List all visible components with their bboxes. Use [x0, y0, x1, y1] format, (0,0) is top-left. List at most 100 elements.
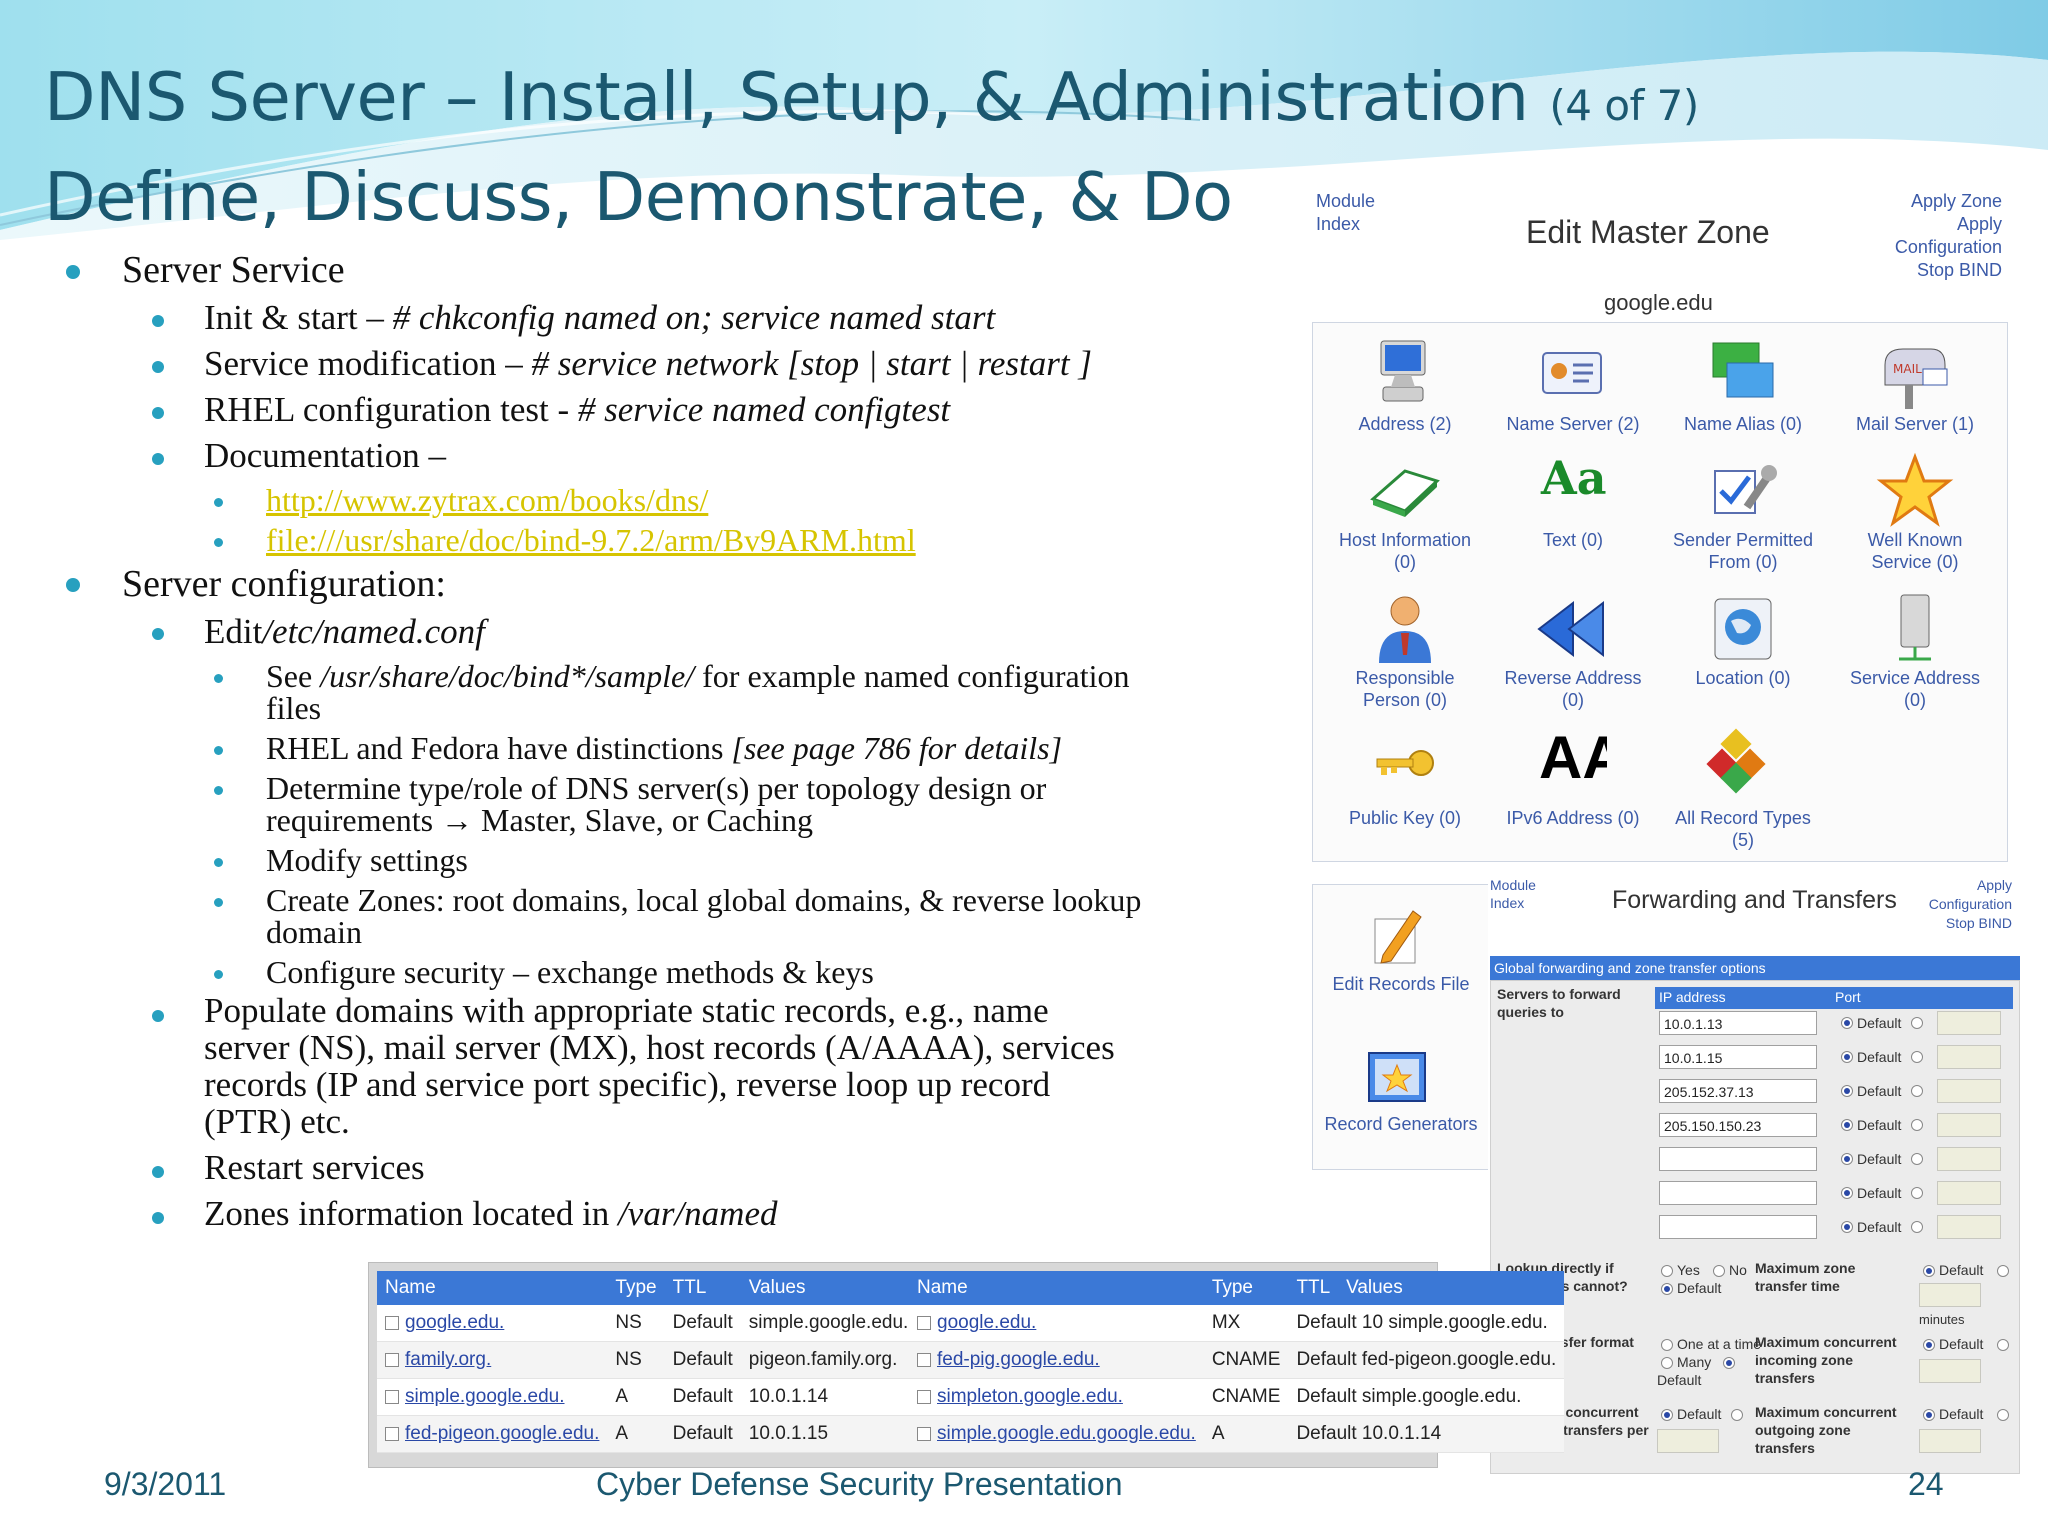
row-checkbox[interactable]: [385, 1389, 399, 1404]
row-checkbox[interactable]: [917, 1389, 931, 1404]
lookup-yes-radio[interactable]: [1661, 1265, 1673, 1277]
edit-records-file-label[interactable]: Edit Records File: [1321, 973, 1481, 995]
name-card-icon[interactable]: [1533, 335, 1613, 415]
record-name-link[interactable]: google.edu.: [937, 1312, 1036, 1333]
max-conc-in-custom-radio[interactable]: [1997, 1339, 2009, 1351]
port-input[interactable]: [1937, 1147, 2001, 1171]
port-default-radio[interactable]: [1841, 1187, 1853, 1199]
font-icon[interactable]: Aa: [1541, 451, 1607, 505]
star-icon[interactable]: [1875, 451, 1955, 531]
key-icon[interactable]: [1365, 723, 1445, 803]
col-type[interactable]: Type: [1203, 1271, 1289, 1305]
row-checkbox[interactable]: [385, 1352, 399, 1367]
record-name-link[interactable]: fed-pigeon.google.edu.: [405, 1423, 599, 1444]
name-server-label[interactable]: Name Server (2): [1493, 413, 1653, 435]
sender-permitted-label[interactable]: Sender Permitted From (0): [1663, 529, 1823, 573]
row-checkbox[interactable]: [917, 1426, 931, 1441]
row-checkbox[interactable]: [917, 1352, 931, 1367]
forwarder-ip-input[interactable]: 205.150.150.23: [1659, 1113, 1817, 1137]
mailbox-icon[interactable]: MAIL: [1875, 335, 1955, 415]
tools-icon[interactable]: [1703, 451, 1783, 531]
max-conc-server-default-radio[interactable]: [1661, 1409, 1673, 1421]
aaaa-icon[interactable]: AA: [1539, 723, 1607, 792]
max-conc-in-input[interactable]: [1919, 1359, 1981, 1383]
ipv6-address-label[interactable]: IPv6 Address (0): [1493, 807, 1653, 829]
col-values[interactable]: Values: [740, 1271, 917, 1305]
globe-icon[interactable]: [1703, 589, 1783, 669]
port-default-radio[interactable]: [1841, 1221, 1853, 1233]
port-default-radio[interactable]: [1841, 1119, 1853, 1131]
forwarder-ip-input[interactable]: [1659, 1147, 1817, 1171]
forwarder-ip-input[interactable]: [1659, 1215, 1817, 1239]
max-zone-custom-radio[interactable]: [1997, 1265, 2009, 1277]
wand-icon[interactable]: [1361, 1041, 1433, 1113]
port-default-radio[interactable]: [1841, 1085, 1853, 1097]
public-key-label[interactable]: Public Key (0): [1325, 807, 1485, 829]
server-icon[interactable]: [1875, 589, 1955, 669]
forwarder-ip-input[interactable]: [1659, 1181, 1817, 1205]
one-at-a-time-radio[interactable]: [1661, 1339, 1673, 1351]
row-checkbox[interactable]: [385, 1315, 399, 1330]
person-icon[interactable]: [1365, 589, 1445, 669]
many-radio[interactable]: [1661, 1357, 1673, 1369]
port-input[interactable]: [1937, 1045, 2001, 1069]
port-custom-radio[interactable]: [1911, 1051, 1923, 1063]
all-record-types-label[interactable]: All Record Types (5): [1663, 807, 1823, 851]
rewind-icon[interactable]: [1533, 589, 1613, 669]
row-checkbox[interactable]: [917, 1315, 931, 1330]
computer-icon[interactable]: [1365, 335, 1445, 415]
mail-server-label[interactable]: Mail Server (1): [1835, 413, 1995, 435]
col-ttl-values[interactable]: TTL Values: [1288, 1271, 1565, 1305]
col-name[interactable]: Name: [377, 1271, 608, 1305]
text-label[interactable]: Text (0): [1493, 529, 1653, 551]
record-generators-label[interactable]: Record Generators: [1321, 1113, 1481, 1135]
module-index-link[interactable]: Module Index: [1316, 190, 1375, 236]
port-input[interactable]: [1937, 1215, 2001, 1239]
max-conc-server-custom-radio[interactable]: [1731, 1409, 1743, 1421]
record-name-link[interactable]: simple.google.edu.: [405, 1386, 565, 1407]
location-label[interactable]: Location (0): [1663, 667, 1823, 689]
reverse-address-label[interactable]: Reverse Address (0): [1493, 667, 1653, 711]
max-conc-out-default-radio[interactable]: [1923, 1409, 1935, 1421]
forwarder-ip-input[interactable]: 10.0.1.13: [1659, 1011, 1817, 1035]
well-known-label[interactable]: Well Known Service (0): [1835, 529, 1995, 573]
record-name-link[interactable]: google.edu.: [405, 1312, 504, 1333]
forwarder-ip-input[interactable]: 205.152.37.13: [1659, 1079, 1817, 1103]
port-custom-radio[interactable]: [1911, 1119, 1923, 1131]
fw-module-index-link[interactable]: Module Index: [1490, 876, 1536, 912]
col-ttl[interactable]: TTL: [664, 1271, 741, 1305]
responsible-person-label[interactable]: Responsible Person (0): [1325, 667, 1485, 711]
host-info-label[interactable]: Host Information (0): [1325, 529, 1485, 573]
port-custom-radio[interactable]: [1911, 1187, 1923, 1199]
cubes-icon[interactable]: [1703, 723, 1783, 803]
port-custom-radio[interactable]: [1911, 1153, 1923, 1165]
lookup-default-radio[interactable]: [1661, 1283, 1673, 1295]
max-conc-out-input[interactable]: [1919, 1429, 1981, 1453]
record-name-link[interactable]: simple.google.edu.google.edu.: [937, 1423, 1196, 1444]
max-conc-server-input[interactable]: [1657, 1429, 1719, 1453]
record-name-link[interactable]: fed-pig.google.edu.: [937, 1349, 1100, 1370]
name-alias-label[interactable]: Name Alias (0): [1663, 413, 1823, 435]
lookup-no-radio[interactable]: [1713, 1265, 1725, 1277]
forwarder-ip-input[interactable]: 10.0.1.15: [1659, 1045, 1817, 1069]
max-zone-default-radio[interactable]: [1923, 1265, 1935, 1277]
address-label[interactable]: Address (2): [1325, 413, 1485, 435]
bind-arm-link[interactable]: file:///usr/share/doc/bind-9.7.2/arm/Bv9…: [266, 522, 916, 559]
port-default-radio[interactable]: [1841, 1153, 1853, 1165]
apply-zone-links[interactable]: Apply Zone Apply Configuration Stop BIND: [1895, 190, 2002, 282]
max-zone-time-input[interactable]: [1919, 1283, 1981, 1307]
port-input[interactable]: [1937, 1079, 2001, 1103]
port-input[interactable]: [1937, 1011, 2001, 1035]
port-custom-radio[interactable]: [1911, 1221, 1923, 1233]
pencil-icon[interactable]: [1361, 899, 1433, 971]
max-conc-in-default-radio[interactable]: [1923, 1339, 1935, 1351]
port-custom-radio[interactable]: [1911, 1085, 1923, 1097]
port-default-radio[interactable]: [1841, 1017, 1853, 1029]
windows-icon[interactable]: [1703, 335, 1783, 415]
port-default-radio[interactable]: [1841, 1051, 1853, 1063]
col-name[interactable]: Name: [909, 1271, 1204, 1305]
port-input[interactable]: [1937, 1113, 2001, 1137]
zt-default-radio[interactable]: [1723, 1357, 1735, 1369]
fw-apply-links[interactable]: Apply Configuration Stop BIND: [1929, 876, 2012, 933]
max-conc-out-custom-radio[interactable]: [1997, 1409, 2009, 1421]
